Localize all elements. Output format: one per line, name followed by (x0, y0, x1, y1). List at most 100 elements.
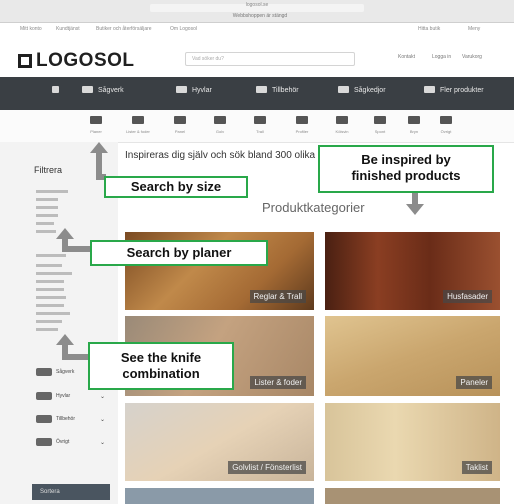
chevron-down-icon[interactable]: ⌄ (100, 393, 105, 400)
filter-option[interactable] (36, 328, 58, 331)
category-tile[interactable]: Paneler (325, 316, 500, 396)
category-label-planer: Planer (90, 129, 102, 134)
nav-item-planers[interactable]: Hyvlar (192, 87, 212, 94)
nav-item-chains[interactable]: Sågkedjor (354, 87, 386, 94)
category-tile[interactable]: Golvlist / Fönsterlist (125, 403, 314, 481)
tile-label: Golvlist / Fönsterlist (228, 461, 306, 474)
category-label-edge: Bryn (409, 129, 419, 134)
category-icon-mouldings[interactable] (132, 116, 144, 124)
category-label-profiles: Profiler (295, 129, 309, 134)
filter-option[interactable] (36, 230, 56, 233)
header-login[interactable]: Logga in (432, 54, 451, 60)
utility-link-find-store[interactable]: Hitta butik (418, 26, 440, 32)
category-label-mouldings: Lister & foder (126, 129, 150, 134)
tile-label: Lister & foder (250, 376, 306, 389)
category-icon-tongue[interactable] (374, 116, 386, 124)
sawmill-icon (36, 368, 52, 376)
sidebar-item-other[interactable]: Övrigt (56, 439, 69, 445)
tile-label: Taklist (461, 461, 492, 474)
utility-link-account[interactable]: Mitt konto (20, 26, 42, 32)
tile-label: Husfasader (443, 290, 492, 303)
filter-option[interactable] (36, 264, 62, 267)
logo[interactable]: LOGOSOL (18, 50, 135, 72)
category-label-keel: Kölsvin (335, 129, 349, 134)
filter-option[interactable] (36, 222, 54, 225)
category-tile[interactable] (325, 488, 500, 504)
category-strip (0, 110, 514, 143)
callout-text-line1: Be inspired by (361, 152, 451, 167)
category-icon-edge[interactable] (408, 116, 420, 124)
tile-label: Paneler (456, 376, 492, 389)
filter-option[interactable] (36, 206, 58, 209)
category-icon-keel[interactable] (336, 116, 348, 124)
nav-item-more-products[interactable]: Fler produkter (440, 87, 484, 94)
planer-icon (36, 392, 52, 400)
filter-option[interactable] (36, 214, 58, 217)
nav-item-accessories[interactable]: Tillbehör (272, 87, 299, 94)
home-icon[interactable] (52, 86, 59, 93)
sidebar-item-sawmills[interactable]: Sågverk (56, 369, 74, 375)
category-icon-other[interactable] (440, 116, 452, 124)
callout-text: Search by planer (126, 245, 232, 260)
arrow-shaft (62, 354, 90, 360)
chevron-down-icon[interactable]: ⌄ (100, 416, 105, 423)
notice-text: Webbshoppen är stängd (232, 13, 288, 19)
callout-text-line1: See the knife (120, 350, 202, 365)
sidebar-item-accessories[interactable]: Tillbehör (56, 416, 75, 422)
callout-inspired: Be inspired by finished products (318, 145, 494, 193)
utility-link-menu[interactable]: Meny (468, 26, 480, 32)
nav-item-sawmills[interactable]: Sågverk (98, 87, 124, 94)
main-nav (0, 77, 514, 110)
category-label-tongue: Spont (374, 129, 386, 134)
tool-icon (36, 438, 52, 446)
sidebar-item-planers[interactable]: Hyvlar (56, 393, 70, 399)
arrow-shaft (412, 192, 418, 204)
callout-text: Search by size (130, 179, 222, 194)
sort-button[interactable]: Sortera (32, 484, 110, 500)
category-icon-planer[interactable] (90, 116, 102, 124)
planer-icon (176, 86, 187, 93)
chain-icon (338, 86, 349, 93)
utility-link-stores[interactable]: Butiker och återförsäljare (96, 26, 152, 32)
utility-bar: Mitt konto Kundtjänst Butiker och återfö… (0, 24, 514, 36)
category-label-decking: Trall (256, 129, 264, 134)
utility-link-about[interactable]: Om Logosol (170, 26, 197, 32)
header-cart[interactable]: Varukorg (462, 54, 482, 60)
chevron-down-icon[interactable]: ⌄ (100, 439, 105, 446)
filter-option[interactable] (36, 312, 70, 315)
filter-option[interactable] (36, 280, 64, 283)
filter-option[interactable] (36, 254, 66, 257)
more-products-icon (424, 86, 435, 93)
callout-search-by-size: Search by size (104, 176, 248, 198)
filter-option[interactable] (36, 304, 64, 307)
category-label-other: Övrigt (440, 129, 452, 134)
section-title: Produktkategorier (262, 200, 365, 215)
category-tile[interactable]: Taklist (325, 403, 500, 481)
category-icon-panel[interactable] (174, 116, 186, 124)
filter-option[interactable] (36, 320, 62, 323)
utility-link-support[interactable]: Kundtjänst (56, 26, 80, 32)
search-input[interactable]: Vad söker du? (185, 52, 355, 66)
category-icon-floor[interactable] (214, 116, 226, 124)
arrow-up-icon (90, 142, 108, 153)
intro-text: Inspireras dig själv och sök bland 300 o… (125, 150, 336, 161)
logo-mark-icon (18, 54, 32, 68)
category-tile[interactable]: Husfasader (325, 232, 500, 310)
filter-option[interactable] (36, 198, 58, 201)
accessories-icon (36, 415, 52, 423)
tile-label: Reglar & Trall (249, 290, 306, 303)
filter-option[interactable] (36, 288, 64, 291)
callout-search-by-planer: Search by planer (90, 240, 268, 266)
url-text: logosol.se (245, 2, 269, 8)
accessories-icon (256, 86, 267, 93)
logo-text: LOGOSOL (36, 50, 135, 71)
category-icon-profiles[interactable] (296, 116, 308, 124)
filter-option[interactable] (36, 272, 72, 275)
sawmill-icon (82, 86, 93, 93)
filter-option[interactable] (36, 190, 68, 193)
header-contact[interactable]: Kontakt (398, 54, 415, 60)
category-tile[interactable] (125, 488, 314, 504)
category-label-floor: Golv (215, 129, 225, 134)
category-icon-decking[interactable] (254, 116, 266, 124)
filter-option[interactable] (36, 296, 66, 299)
